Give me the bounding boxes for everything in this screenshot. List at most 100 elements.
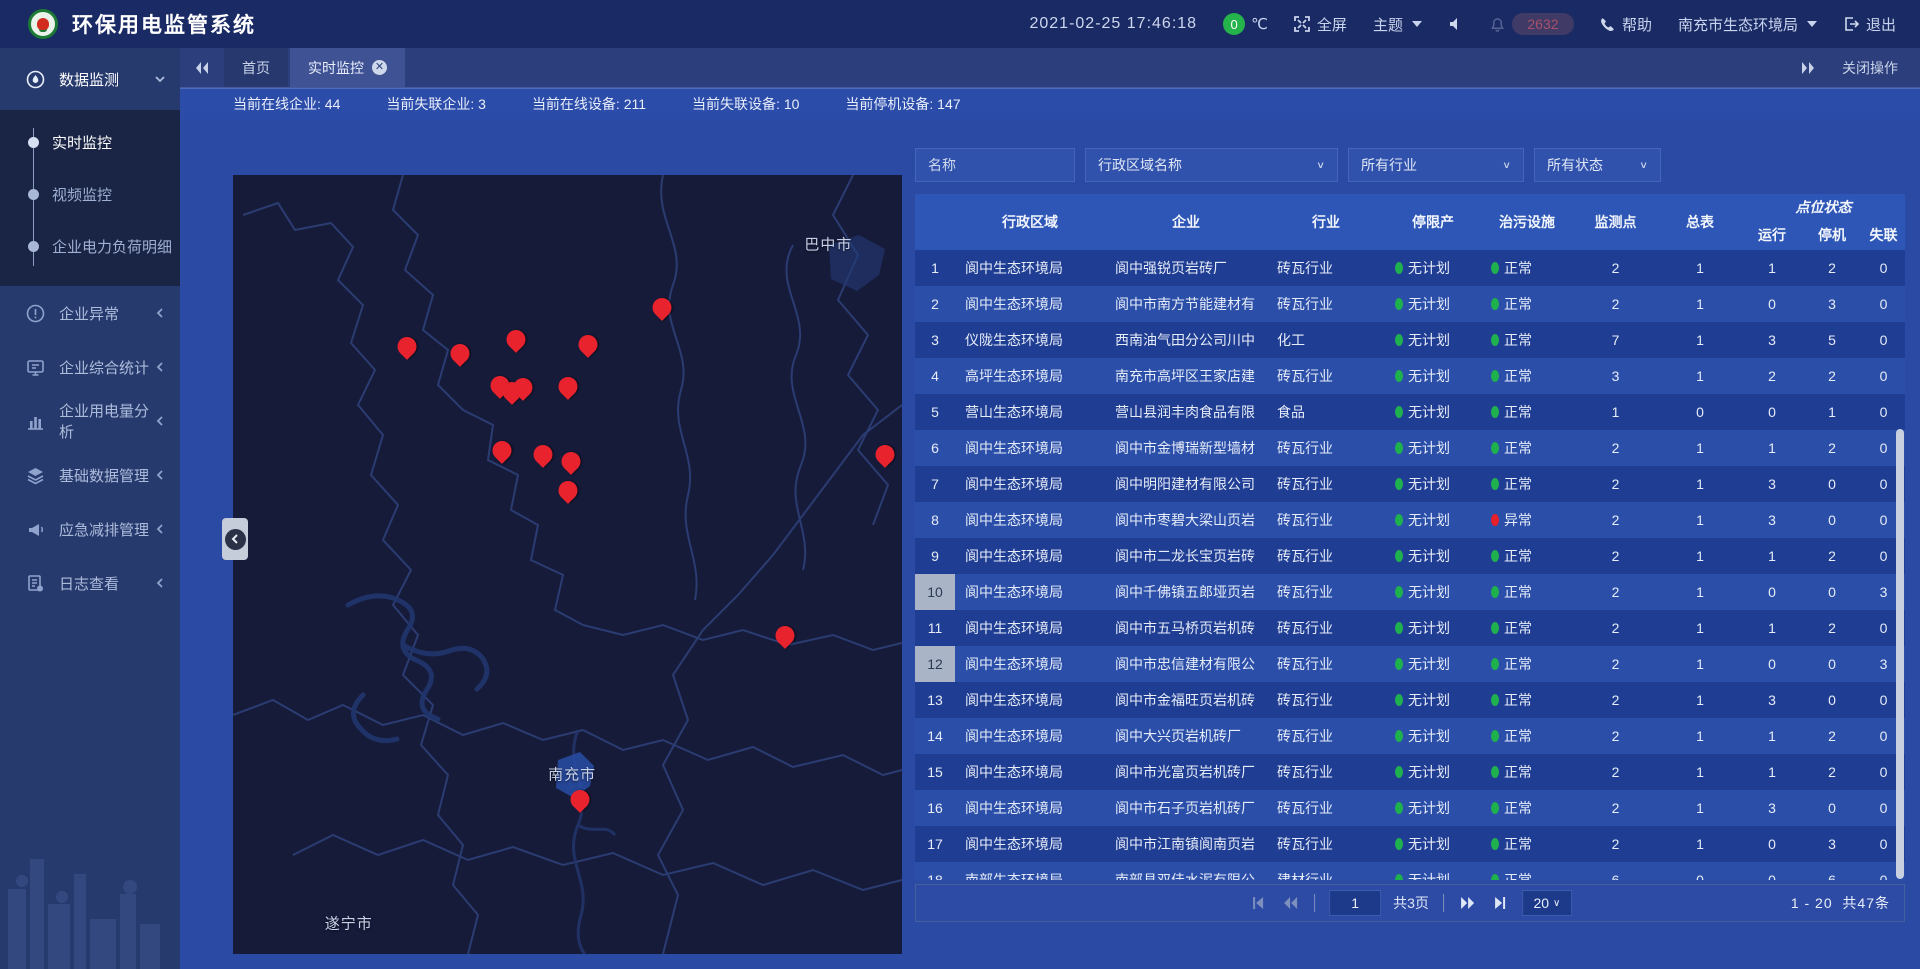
table-row[interactable]: 1阆中生态环境局阆中强锐页岩砖厂砖瓦行业无计划正常21120 — [915, 250, 1905, 286]
table-row[interactable]: 3仪陇生态环境局西南油气田分公司川中化工无计划正常71350 — [915, 322, 1905, 358]
status-dot-icon — [1395, 298, 1403, 310]
log-icon — [26, 574, 45, 593]
sidebar-item-企业综合统计[interactable]: 企业综合统计 — [0, 340, 180, 394]
table-row[interactable]: 15阆中生态环境局阆中市光富页岩机砖厂砖瓦行业无计划正常21120 — [915, 754, 1905, 790]
industry-select[interactable]: 所有行业∨ — [1348, 148, 1524, 182]
page-size-select[interactable]: 20∨ — [1522, 890, 1572, 916]
bell-icon — [1490, 17, 1505, 32]
status-dot-icon — [1491, 370, 1499, 382]
table-row[interactable]: 17阆中生态环境局阆中市江南镇阆南页岩砖瓦行业无计划正常21030 — [915, 826, 1905, 862]
cell-lost-count: 0 — [1862, 358, 1905, 394]
cell-stop-count: 2 — [1802, 538, 1862, 574]
help-button[interactable]: 帮助 — [1600, 14, 1652, 35]
status-dot-icon — [1395, 262, 1403, 274]
double-chevron-right-icon[interactable] — [1800, 61, 1816, 75]
cell-company: 阆中市枣碧大梁山页岩 — [1105, 502, 1267, 538]
monitor-icon — [26, 70, 45, 89]
page-number-input[interactable] — [1329, 890, 1381, 916]
cell-run-count: 3 — [1742, 502, 1802, 538]
next-page-button[interactable] — [1458, 893, 1478, 913]
cell-company: 阆中市南方节能建材有 — [1105, 286, 1267, 322]
cell-industry: 砖瓦行业 — [1267, 754, 1385, 790]
cell-stop-count: 3 — [1802, 826, 1862, 862]
status-dot-icon — [1395, 406, 1403, 418]
col-index — [915, 194, 955, 250]
logout-icon — [1843, 16, 1859, 32]
table-row[interactable]: 8阆中生态环境局阆中市枣碧大梁山页岩砖瓦行业无计划异常21300 — [915, 502, 1905, 538]
cell-monitor-count: 2 — [1573, 502, 1658, 538]
table-row[interactable]: 9阆中生态环境局阆中市二龙长宝页岩砖砖瓦行业无计划正常21120 — [915, 538, 1905, 574]
map-collapse-button[interactable] — [222, 518, 248, 560]
cell-limit-status: 无计划 — [1385, 790, 1481, 826]
tabs-scroll-left-button[interactable] — [180, 48, 224, 87]
cell-company: 阆中强锐页岩砖厂 — [1105, 250, 1267, 286]
map-panel[interactable]: 巴中市南充市遂宁市 — [233, 175, 902, 954]
tab-首页[interactable]: 首页 — [224, 48, 288, 87]
table-row[interactable]: 12阆中生态环境局阆中市忠信建材有限公砖瓦行业无计划正常21003 — [915, 646, 1905, 682]
sidebar-item-日志查看[interactable]: 日志查看 — [0, 556, 180, 610]
cell-facility-status: 正常 — [1481, 430, 1573, 466]
cell-stop-count: 2 — [1802, 430, 1862, 466]
tab-close-icon[interactable]: ✕ — [372, 60, 387, 75]
cell-region: 高坪生态环境局 — [955, 358, 1105, 394]
theme-dropdown[interactable]: 主题 — [1373, 14, 1422, 35]
status-dot-icon — [1395, 694, 1403, 706]
first-page-button[interactable] — [1248, 893, 1268, 913]
cell-stop-count: 2 — [1802, 754, 1862, 790]
status-select[interactable]: 所有状态∨ — [1534, 148, 1661, 182]
logout-button[interactable]: 退出 — [1843, 14, 1896, 35]
cell-meter-count: 1 — [1658, 502, 1742, 538]
name-search-input[interactable] — [915, 148, 1075, 182]
status-dot-icon — [1395, 874, 1403, 880]
table-row[interactable]: 13阆中生态环境局阆中市金福旺页岩机砖砖瓦行业无计划正常21300 — [915, 682, 1905, 718]
table-scrollbar[interactable] — [1896, 429, 1904, 879]
close-operations-button[interactable]: 关闭操作 — [1842, 58, 1898, 78]
divider — [1443, 894, 1444, 912]
sidebar-subitem-实时监控[interactable]: 实时监控 — [0, 116, 180, 168]
fullscreen-button[interactable]: 全屏 — [1294, 14, 1347, 35]
table-row[interactable]: 7阆中生态环境局阆中明阳建材有限公司砖瓦行业无计划正常21300 — [915, 466, 1905, 502]
sidebar-item-应急减排管理[interactable]: 应急减排管理 — [0, 502, 180, 556]
cell-limit-status: 无计划 — [1385, 682, 1481, 718]
cell-region: 阆中生态环境局 — [955, 610, 1105, 646]
sidebar-item-基础数据管理[interactable]: 基础数据管理 — [0, 448, 180, 502]
sidebar-subitem-企业电力负荷明细[interactable]: 企业电力负荷明细 — [0, 220, 180, 272]
table-row[interactable]: 16阆中生态环境局阆中市石子页岩机砖厂砖瓦行业无计划正常21300 — [915, 790, 1905, 826]
cell-index: 14 — [915, 718, 955, 754]
prev-page-button[interactable] — [1280, 893, 1300, 913]
cell-index: 4 — [915, 358, 955, 394]
cell-meter-count: 1 — [1658, 250, 1742, 286]
cell-run-count: 1 — [1742, 718, 1802, 754]
cell-stop-count: 2 — [1802, 718, 1862, 754]
sidebar-item-企业用电量分析[interactable]: 企业用电量分析 — [0, 394, 180, 448]
sidebar-item-数据监测[interactable]: 数据监测 — [0, 48, 180, 110]
cell-run-count: 3 — [1742, 790, 1802, 826]
sidebar-item-企业异常[interactable]: 企业异常 — [0, 286, 180, 340]
cell-region: 阆中生态环境局 — [955, 682, 1105, 718]
cell-company: 阆中千佛镇五郎垭页岩 — [1105, 574, 1267, 610]
table-row[interactable]: 5营山生态环境局营山县润丰肉食品有限食品无计划正常10010 — [915, 394, 1905, 430]
table-row[interactable]: 6阆中生态环境局阆中市金博瑞新型墙材砖瓦行业无计划正常21120 — [915, 430, 1905, 466]
cell-run-count: 1 — [1742, 538, 1802, 574]
table-row[interactable]: 4高坪生态环境局南充市高坪区王家店建砖瓦行业无计划正常31220 — [915, 358, 1905, 394]
table-row[interactable]: 2阆中生态环境局阆中市南方节能建材有砖瓦行业无计划正常21030 — [915, 286, 1905, 322]
sound-button[interactable] — [1448, 16, 1464, 32]
cell-region: 阆中生态环境局 — [955, 250, 1105, 286]
stat-当前失联设备: 当前失联设备: 10 — [692, 94, 799, 114]
table-row[interactable]: 14阆中生态环境局阆中大兴页岩机砖厂砖瓦行业无计划正常21120 — [915, 718, 1905, 754]
name-search-field[interactable] — [928, 157, 1062, 173]
cell-limit-status: 无计划 — [1385, 646, 1481, 682]
org-dropdown[interactable]: 南充市生态环境局 — [1678, 14, 1817, 35]
table-row[interactable]: 10阆中生态环境局阆中千佛镇五郎垭页岩砖瓦行业无计划正常21003 — [915, 574, 1905, 610]
notification-area[interactable]: 2632 — [1490, 13, 1574, 35]
table-row[interactable]: 18南部生态环境局南部县双佳水泥有限公建材行业无计划正常60060 — [915, 862, 1905, 880]
region-select[interactable]: 行政区域名称∨ — [1085, 148, 1338, 182]
cell-meter-count: 0 — [1658, 394, 1742, 430]
tab-实时监控[interactable]: 实时监控✕ — [290, 48, 405, 87]
sidebar-subitem-视频监控[interactable]: 视频监控 — [0, 168, 180, 220]
table-header: 行政区域 企业 行业 停限产 治污设施 监测点 总表 点位状态 运行 停机 失联 — [915, 194, 1905, 250]
last-page-button[interactable] — [1490, 893, 1510, 913]
pagination-controls: 共3页 20∨ — [1248, 890, 1572, 916]
tab-label: 首页 — [242, 58, 270, 78]
table-row[interactable]: 11阆中生态环境局阆中市五马桥页岩机砖砖瓦行业无计划正常21120 — [915, 610, 1905, 646]
